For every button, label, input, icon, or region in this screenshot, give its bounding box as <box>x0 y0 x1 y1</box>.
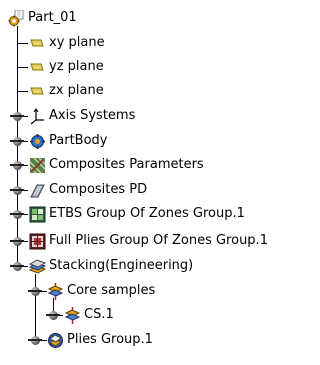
expand-toggle-partbody[interactable] <box>10 136 24 146</box>
tree-node-cs1[interactable]: CS.1 <box>64 305 115 325</box>
tree-node-composites-pd[interactable]: Composites PD <box>29 180 148 200</box>
tree-node-label: Full Plies Group Of Zones Group.1 <box>49 233 268 248</box>
tree-node-partbody[interactable]: PartBody <box>29 131 108 151</box>
tree-node-label: Part_01 <box>28 10 77 25</box>
tree-node-stacking[interactable]: Stacking(Engineering) <box>29 256 194 276</box>
tree-node-label: ETBS Group Of Zones Group.1 <box>49 206 245 221</box>
core-sample-icon <box>64 306 81 324</box>
tree-node-label: Plies Group.1 <box>67 332 153 347</box>
expand-toggle-cs1[interactable] <box>46 310 60 320</box>
collapse-toggle-core-samples[interactable] <box>28 286 42 296</box>
tree-node-label: PartBody <box>49 133 108 148</box>
tree-node-plies-group[interactable]: Plies Group.1 <box>47 330 154 350</box>
tree-trunk-line <box>17 26 18 266</box>
plies-group-icon <box>47 332 64 349</box>
tree-node-label: Axis Systems <box>49 108 136 123</box>
specification-tree: Part_01 xy plane yz plane zx plane Axis … <box>0 0 269 365</box>
tree-node-etbs-group[interactable]: ETBS Group Of Zones Group.1 <box>29 204 246 224</box>
tree-node-label: yz plane <box>49 59 104 74</box>
axis-system-icon <box>29 107 46 125</box>
tree-node-label: Composites Parameters <box>49 157 204 172</box>
expand-toggle-full-plies-group[interactable] <box>10 236 24 246</box>
expand-toggle-axis-systems[interactable] <box>10 111 24 121</box>
full-plies-group-icon <box>29 233 46 250</box>
tree-node-label: Composites PD <box>49 182 148 197</box>
tree-sub-line <box>35 274 36 340</box>
tree-node-label: CS.1 <box>84 307 114 322</box>
tree-node-composites-parameters[interactable]: Composites Parameters <box>29 155 205 175</box>
collapse-toggle-stacking[interactable] <box>10 261 24 271</box>
tree-node-xy-plane[interactable]: xy plane <box>29 33 106 53</box>
plane-icon <box>29 35 46 52</box>
composites-pd-icon <box>29 182 46 199</box>
tree-node-yz-plane[interactable]: yz plane <box>29 57 105 77</box>
tree-node-label: Stacking(Engineering) <box>49 258 194 273</box>
tree-node-zx-plane[interactable]: zx plane <box>29 81 105 101</box>
expand-toggle-composites-parameters[interactable] <box>10 160 24 170</box>
composites-parameters-icon <box>29 156 46 174</box>
tree-node-label: zx plane <box>49 83 104 98</box>
plane-icon <box>29 83 46 100</box>
tree-node-label: xy plane <box>49 35 105 50</box>
tree-node-core-samples[interactable]: Core samples <box>47 281 156 301</box>
part-gear-icon <box>8 9 25 27</box>
partbody-icon <box>29 133 46 150</box>
zones-group-icon <box>29 206 46 223</box>
expand-toggle-plies-group[interactable] <box>28 335 42 345</box>
plane-icon <box>29 59 46 76</box>
expand-toggle-composites-pd[interactable] <box>10 185 24 195</box>
connector <box>17 67 28 68</box>
tree-node-axis-systems[interactable]: Axis Systems <box>29 106 136 126</box>
expand-toggle-etbs-group[interactable] <box>10 209 24 219</box>
connector <box>17 43 28 44</box>
connector <box>17 91 28 92</box>
tree-node-full-plies-group[interactable]: Full Plies Group Of Zones Group.1 <box>29 231 269 251</box>
core-samples-icon <box>47 282 64 300</box>
tree-node-label: Core samples <box>67 283 156 298</box>
tree-node-part-01[interactable]: Part_01 <box>8 8 78 28</box>
stacking-icon <box>29 258 46 275</box>
